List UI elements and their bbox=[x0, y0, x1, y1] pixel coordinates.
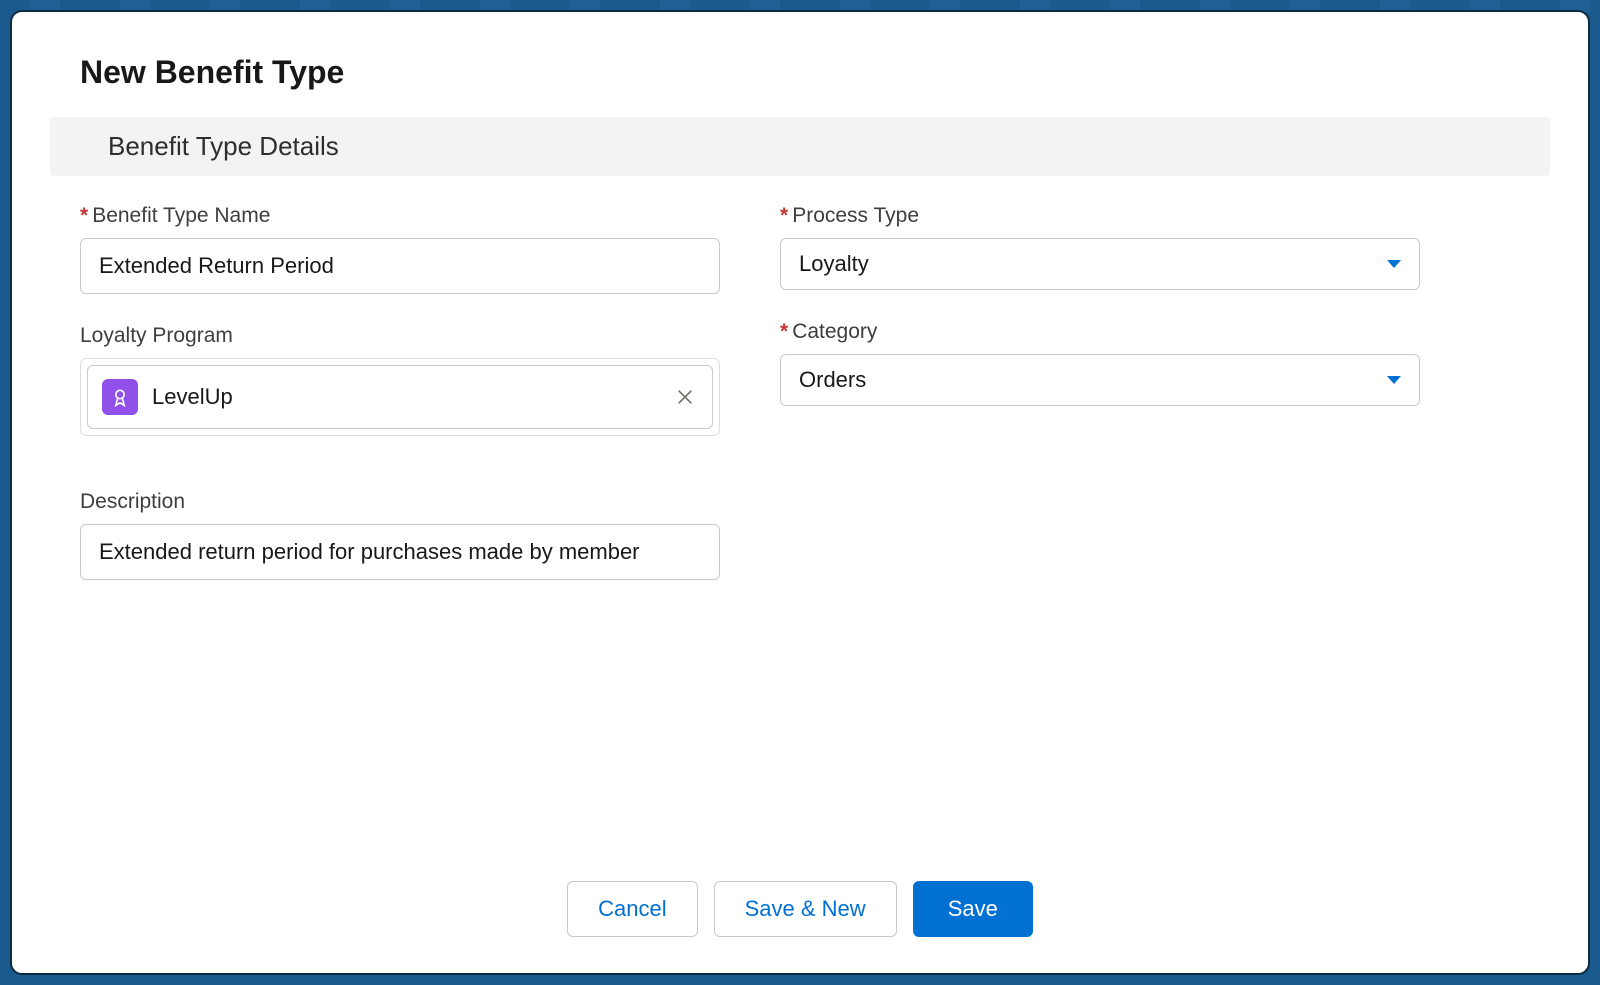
save-and-new-button[interactable]: Save & New bbox=[714, 881, 897, 937]
field-loyalty-program: Loyalty Program LevelUp bbox=[80, 324, 720, 436]
section-header: Benefit Type Details bbox=[50, 117, 1550, 176]
category-value: Orders bbox=[799, 367, 866, 393]
new-benefit-type-modal: New Benefit Type Benefit Type Details * … bbox=[10, 10, 1590, 975]
process-type-picklist[interactable]: Loyalty bbox=[780, 238, 1420, 290]
field-description: Description bbox=[80, 490, 720, 580]
field-category: * Category Orders bbox=[780, 320, 1420, 406]
loyalty-program-value: LevelUp bbox=[152, 384, 658, 410]
required-marker: * bbox=[780, 204, 788, 228]
form-column-left: * Benefit Type Name Loyalty Program bbox=[80, 204, 720, 857]
label-benefit-type-name: * Benefit Type Name bbox=[80, 204, 720, 228]
form-body: * Benefit Type Name Loyalty Program bbox=[12, 176, 1588, 857]
description-input[interactable] bbox=[80, 524, 720, 580]
loyalty-program-icon bbox=[102, 379, 138, 415]
cancel-button[interactable]: Cancel bbox=[567, 881, 697, 937]
modal-footer: Cancel Save & New Save bbox=[12, 857, 1588, 973]
label-text: Benefit Type Name bbox=[92, 204, 270, 228]
label-description: Description bbox=[80, 490, 720, 514]
required-marker: * bbox=[80, 204, 88, 228]
label-loyalty-program: Loyalty Program bbox=[80, 324, 720, 348]
field-benefit-type-name: * Benefit Type Name bbox=[80, 204, 720, 294]
loyalty-program-lookup[interactable]: LevelUp bbox=[80, 358, 720, 436]
chevron-down-icon bbox=[1387, 260, 1401, 268]
label-category: * Category bbox=[780, 320, 1420, 344]
field-process-type: * Process Type Loyalty bbox=[780, 204, 1420, 290]
modal-title: New Benefit Type bbox=[12, 12, 1588, 117]
required-marker: * bbox=[780, 320, 788, 344]
label-text: Process Type bbox=[792, 204, 919, 228]
category-picklist[interactable]: Orders bbox=[780, 354, 1420, 406]
chevron-down-icon bbox=[1387, 376, 1401, 384]
label-process-type: * Process Type bbox=[780, 204, 1420, 228]
save-button[interactable]: Save bbox=[913, 881, 1033, 937]
process-type-value: Loyalty bbox=[799, 251, 869, 277]
loyalty-program-pill: LevelUp bbox=[87, 365, 713, 429]
label-text: Description bbox=[80, 490, 185, 514]
label-text: Category bbox=[792, 320, 877, 344]
benefit-type-name-input[interactable] bbox=[80, 238, 720, 294]
label-text: Loyalty Program bbox=[80, 324, 233, 348]
remove-pill-button[interactable] bbox=[672, 384, 698, 410]
form-column-right: * Process Type Loyalty * Category Orders bbox=[780, 204, 1420, 857]
